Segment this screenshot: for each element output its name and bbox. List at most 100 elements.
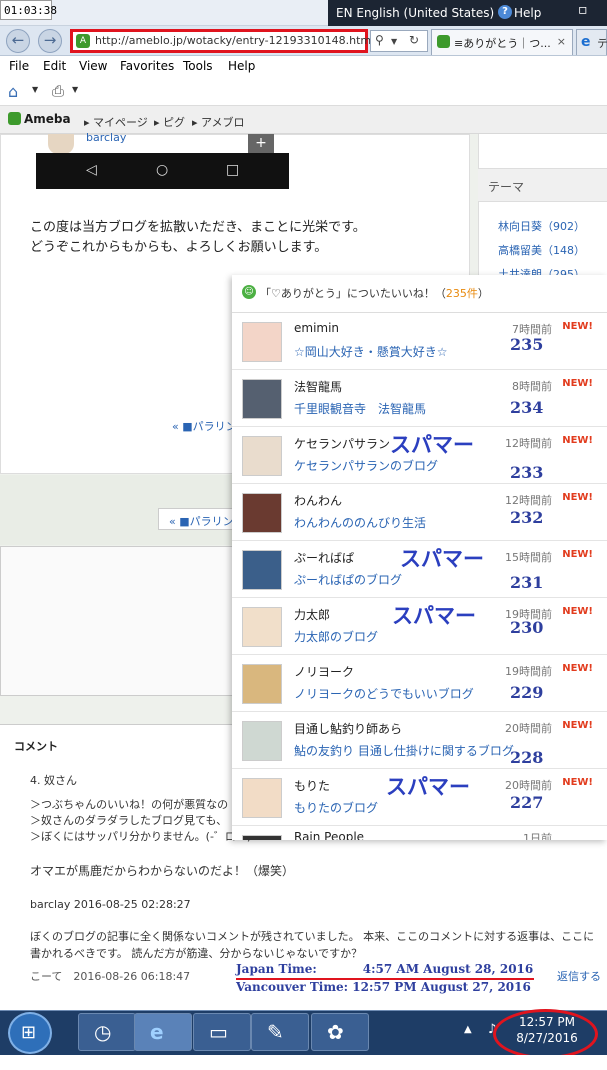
prev-article-link[interactable]: « ■パラリン bbox=[172, 418, 237, 434]
windows-logo-icon: ⊞ bbox=[21, 1022, 37, 1043]
avatar[interactable] bbox=[242, 493, 282, 533]
avatar[interactable] bbox=[242, 664, 282, 704]
comment-reply-line: オマエが馬鹿だからわからないのだよ！（爆笑） bbox=[30, 864, 295, 878]
comment-body: ぼくのブログの記事に全く関係ないコメントが残されていました。 本来、ここのコメン… bbox=[30, 930, 595, 960]
ie-icon: e bbox=[150, 1020, 164, 1044]
like-user-name[interactable]: ケセランパサラン bbox=[294, 435, 390, 452]
like-blog-link[interactable]: ぷーればぱのブログ bbox=[294, 571, 402, 588]
like-blog-link[interactable]: わんわんののんびり生活 bbox=[294, 514, 426, 531]
annotation-number: 233 bbox=[510, 463, 544, 482]
new-badge: NEW! bbox=[562, 378, 593, 389]
help-button[interactable]: Help bbox=[514, 6, 541, 20]
ameba-link-ameblo[interactable]: ▸ アメブロ bbox=[192, 114, 244, 130]
like-row[interactable]: Rain People 1日前 bbox=[232, 826, 607, 840]
like-row[interactable]: 法智龍馬 千里眼観音寺 法智龍馬 8時間前 NEW! 234 bbox=[232, 370, 607, 427]
avatar[interactable] bbox=[242, 778, 282, 818]
like-row[interactable]: ノリヨーク ノリヨークのどうでもいいブログ 19時間前 NEW! 229 bbox=[232, 655, 607, 712]
help-icon[interactable]: ? bbox=[498, 5, 512, 19]
like-user-name[interactable]: わんわん bbox=[294, 492, 342, 509]
like-row[interactable]: emimin ☆岡山大好き・懸賞大好き☆ 7時間前 NEW! 235 bbox=[232, 313, 607, 370]
like-user-name[interactable]: もりた bbox=[294, 777, 330, 794]
reply-link[interactable]: 返信する bbox=[557, 968, 601, 984]
prev-article-button[interactable]: « ■パラリン bbox=[158, 508, 238, 530]
like-user-name[interactable]: emimin bbox=[294, 321, 339, 335]
menu-file[interactable]: File bbox=[9, 59, 29, 73]
likes-popup-header: ☺ 「♡ありがとう」についたいいね！（235件） bbox=[232, 275, 607, 313]
ameba-link-mypage[interactable]: ▸ マイページ bbox=[84, 114, 148, 130]
menu-view[interactable]: View bbox=[79, 59, 107, 73]
theme-item[interactable]: 林向日葵（902） bbox=[498, 218, 585, 234]
avatar[interactable] bbox=[242, 436, 282, 476]
menu-help[interactable]: Help bbox=[228, 59, 255, 73]
search-icon[interactable]: ⚲ bbox=[375, 33, 384, 47]
address-bar[interactable]: A http://ameblo.jp/wotacky/entry-1219331… bbox=[70, 29, 374, 53]
like-blog-link[interactable]: もりたのブログ bbox=[294, 799, 378, 816]
avatar[interactable] bbox=[242, 721, 282, 761]
like-blog-link[interactable]: ケセランパサランのブログ bbox=[294, 457, 438, 474]
like-blog-link[interactable]: 鮎の友釣り 目通し仕掛けに関するブログ bbox=[294, 742, 514, 759]
language-indicator[interactable]: EN English (United States) bbox=[336, 6, 494, 20]
like-row[interactable]: 力太郎 力太郎のブログ 19時間前 NEW! スパマー 230 bbox=[232, 598, 607, 655]
like-blog-link[interactable]: 千里眼観音寺 法智龍馬 bbox=[294, 400, 426, 417]
like-user-name[interactable]: 目通し鮎釣り師あら bbox=[294, 720, 402, 737]
print-icon[interactable]: ⎙ bbox=[52, 82, 64, 100]
comment-number: 4. 奴さん bbox=[30, 774, 77, 787]
like-row[interactable]: ケセランパサラン ケセランパサランのブログ 12時間前 NEW! スパマー 23… bbox=[232, 427, 607, 484]
menu-edit[interactable]: Edit bbox=[43, 59, 66, 73]
likes-title-close: ） bbox=[477, 287, 489, 300]
avatar[interactable] bbox=[242, 607, 282, 647]
like-row[interactable]: もりた もりたのブログ 20時間前 NEW! スパマー 227 bbox=[232, 769, 607, 826]
tab-ameba[interactable]: ≡ありがとう｜つ... × bbox=[431, 29, 573, 55]
home-icon[interactable]: ⌂ bbox=[8, 82, 18, 101]
taskbar-clock-app[interactable]: ◷ bbox=[78, 1013, 136, 1051]
menu-favorites[interactable]: Favorites bbox=[120, 59, 174, 73]
address-url[interactable]: http://ameblo.jp/wotacky/entry-121933101… bbox=[95, 34, 374, 47]
avatar[interactable] bbox=[242, 322, 282, 362]
likes-count: 235件 bbox=[445, 287, 478, 300]
tab-close-icon[interactable]: × bbox=[557, 35, 566, 48]
post-author[interactable]: barclay bbox=[86, 131, 126, 144]
like-user-name[interactable]: 法智龍馬 bbox=[294, 378, 342, 395]
chevron-down-icon[interactable]: ▼ bbox=[72, 85, 78, 94]
like-user-name[interactable]: ぷーればぱ bbox=[294, 549, 354, 566]
tray-expand-icon[interactable]: ▲ bbox=[464, 1024, 472, 1035]
spammer-annotation: スパマー bbox=[390, 433, 474, 457]
taskbar-paint[interactable]: ✿ bbox=[311, 1013, 369, 1051]
new-badge: NEW! bbox=[562, 549, 593, 560]
like-blog-link[interactable]: 力太郎のブログ bbox=[294, 628, 378, 645]
avatar[interactable] bbox=[242, 835, 282, 840]
plus-button[interactable]: + bbox=[248, 134, 274, 154]
avatar[interactable] bbox=[242, 379, 282, 419]
avatar[interactable] bbox=[242, 550, 282, 590]
new-badge: NEW! bbox=[562, 435, 593, 446]
dropdown-icon[interactable]: ▼ bbox=[391, 37, 397, 46]
minimize-icon[interactable]: ▫ bbox=[578, 3, 594, 18]
taskbar-ie[interactable]: e bbox=[134, 1013, 192, 1051]
ameba-link-pigg[interactable]: ▸ ピグ bbox=[154, 114, 185, 130]
like-user-name[interactable]: 力太郎 bbox=[294, 606, 330, 623]
comment-quote-line: ＞ぼくにはサッパリ分かりません。(-゛ロ゛) bbox=[30, 830, 252, 843]
ameba-logo[interactable]: Ameba bbox=[8, 112, 71, 126]
theme-heading: テーマ bbox=[478, 168, 607, 202]
like-user-name[interactable]: Rain People bbox=[294, 830, 364, 840]
like-row[interactable]: 目通し鮎釣り師あら 鮎の友釣り 目通し仕掛けに関するブログ 20時間前 NEW!… bbox=[232, 712, 607, 769]
like-user-name[interactable]: ノリヨーク bbox=[294, 663, 354, 680]
taskbar-notepad[interactable]: ✎ bbox=[251, 1013, 309, 1051]
taskbar-explorer[interactable]: ▭ bbox=[193, 1013, 251, 1051]
new-badge: NEW! bbox=[562, 321, 593, 332]
like-blog-link[interactable]: ☆岡山大好き・懸賞大好き☆ bbox=[294, 343, 448, 360]
refresh-icon[interactable]: ↻ bbox=[409, 33, 419, 47]
chevron-down-icon[interactable]: ▼ bbox=[32, 85, 38, 94]
ameba-link-label: アメブロ bbox=[201, 116, 245, 129]
forward-button[interactable]: → bbox=[38, 29, 62, 53]
theme-item[interactable]: 高橋留美（148） bbox=[498, 242, 585, 258]
like-row[interactable]: ぷーればぱ ぷーればぱのブログ 15時間前 NEW! スパマー 231 bbox=[232, 541, 607, 598]
like-blog-link[interactable]: ノリヨークのどうでもいいブログ bbox=[294, 685, 474, 702]
japan-time-value: 4:57 AM August 28, 2016 bbox=[362, 962, 534, 976]
back-button[interactable]: ← bbox=[6, 29, 30, 53]
comment-quote-line: ＞つぶちゃんのいいね！の何が悪質なの bbox=[30, 798, 229, 811]
menu-tools[interactable]: Tools bbox=[183, 59, 213, 73]
like-row[interactable]: わんわん わんわんののんびり生活 12時間前 NEW! 232 bbox=[232, 484, 607, 541]
tab-second[interactable]: e テ bbox=[576, 29, 607, 55]
start-button[interactable]: ⊞ bbox=[8, 1012, 52, 1054]
